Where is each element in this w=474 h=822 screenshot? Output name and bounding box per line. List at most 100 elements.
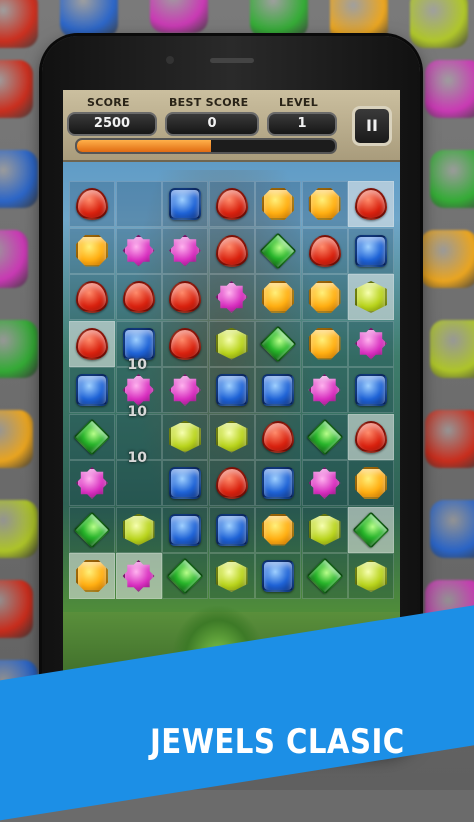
blue-jewel-icon[interactable] — [215, 374, 248, 406]
pink-jewel-icon[interactable] — [122, 560, 155, 592]
board-cell[interactable] — [208, 553, 255, 599]
board-cell[interactable] — [348, 320, 394, 367]
red-jewel-icon[interactable] — [76, 281, 108, 313]
board-cell[interactable] — [208, 460, 255, 506]
board-cell[interactable] — [208, 367, 255, 413]
board-cell[interactable] — [348, 506, 394, 553]
pink-jewel-icon[interactable] — [355, 327, 387, 360]
pink-jewel-icon[interactable] — [308, 467, 341, 499]
board-cell[interactable] — [348, 181, 394, 227]
pink-jewel-icon[interactable] — [215, 281, 248, 313]
board-cell[interactable] — [255, 413, 301, 460]
orange-jewel-icon[interactable] — [308, 188, 341, 220]
yellow-jewel-icon[interactable] — [215, 560, 248, 592]
board-cell[interactable] — [255, 227, 301, 274]
board-cell[interactable] — [301, 460, 348, 506]
board-cell[interactable] — [115, 227, 162, 274]
board-cell[interactable] — [301, 181, 348, 227]
red-jewel-icon[interactable] — [169, 327, 201, 360]
yellow-jewel-icon[interactable] — [355, 281, 387, 313]
yellow-jewel-icon[interactable] — [215, 420, 248, 453]
green-jewel-icon[interactable] — [166, 557, 204, 595]
board-cell[interactable] — [162, 506, 208, 553]
blue-jewel-icon[interactable] — [262, 374, 294, 406]
board-cell[interactable] — [162, 181, 208, 227]
board-cell[interactable] — [69, 413, 115, 460]
green-jewel-icon[interactable] — [305, 417, 344, 456]
orange-jewel-icon[interactable] — [262, 513, 294, 546]
yellow-jewel-icon[interactable] — [308, 513, 341, 546]
orange-jewel-icon[interactable] — [262, 188, 294, 220]
board-cell[interactable] — [162, 274, 208, 320]
pause-button[interactable]: II — [352, 106, 392, 146]
red-jewel-icon[interactable] — [262, 420, 294, 453]
board-cell[interactable] — [162, 320, 208, 367]
board-cell[interactable] — [255, 274, 301, 320]
yellow-jewel-icon[interactable] — [215, 327, 248, 360]
blue-jewel-icon[interactable] — [262, 560, 294, 592]
board-cell[interactable] — [348, 553, 394, 599]
green-jewel-icon[interactable] — [352, 510, 390, 549]
board-cell[interactable] — [255, 460, 301, 506]
board-cell[interactable] — [301, 553, 348, 599]
board-cell[interactable] — [69, 181, 115, 227]
pink-jewel-icon[interactable] — [122, 234, 155, 267]
board-cell[interactable] — [162, 553, 208, 599]
board-cell[interactable] — [255, 553, 301, 599]
red-jewel-icon[interactable] — [76, 327, 108, 360]
board-cell[interactable] — [69, 320, 115, 367]
pink-jewel-icon[interactable] — [169, 234, 201, 267]
green-jewel-icon[interactable] — [259, 324, 297, 363]
board-cell[interactable] — [301, 413, 348, 460]
orange-jewel-icon[interactable] — [308, 327, 341, 360]
blue-jewel-icon[interactable] — [169, 513, 201, 546]
board-cell[interactable] — [162, 413, 208, 460]
red-jewel-icon[interactable] — [355, 188, 387, 220]
green-jewel-icon[interactable] — [73, 417, 111, 456]
board-cell[interactable] — [162, 227, 208, 274]
pink-jewel-icon[interactable] — [169, 374, 201, 406]
board-cell[interactable] — [255, 367, 301, 413]
board-cell[interactable] — [115, 506, 162, 553]
orange-jewel-icon[interactable] — [262, 281, 294, 313]
red-jewel-icon[interactable] — [215, 234, 248, 267]
green-jewel-icon[interactable] — [73, 510, 111, 549]
red-jewel-icon[interactable] — [355, 420, 387, 453]
board-cell[interactable] — [208, 413, 255, 460]
special-pink-jewel-icon[interactable] — [308, 374, 341, 406]
board-cell[interactable] — [162, 460, 208, 506]
blue-jewel-icon[interactable] — [122, 327, 155, 360]
orange-jewel-icon[interactable] — [76, 234, 108, 267]
yellow-jewel-icon[interactable] — [355, 560, 387, 592]
board-cell[interactable] — [348, 227, 394, 274]
board-cell[interactable] — [69, 367, 115, 413]
board-cell[interactable] — [208, 506, 255, 553]
pink-jewel-icon[interactable] — [76, 467, 108, 499]
board-cell[interactable] — [69, 274, 115, 320]
board-cell[interactable] — [115, 460, 162, 506]
board-cell[interactable] — [69, 553, 115, 599]
green-jewel-icon[interactable] — [305, 557, 344, 595]
blue-jewel-icon[interactable] — [76, 374, 108, 406]
board-cell[interactable] — [255, 506, 301, 553]
yellow-jewel-icon[interactable] — [169, 420, 201, 453]
board-cell[interactable] — [301, 506, 348, 553]
red-jewel-icon[interactable] — [215, 467, 248, 499]
board-cell[interactable] — [255, 181, 301, 227]
board-cell[interactable] — [301, 274, 348, 320]
blue-jewel-icon[interactable] — [262, 467, 294, 499]
orange-jewel-icon[interactable] — [355, 467, 387, 499]
board-cell[interactable] — [69, 460, 115, 506]
board-cell[interactable] — [301, 227, 348, 274]
board-cell[interactable] — [348, 413, 394, 460]
board-cell[interactable] — [208, 274, 255, 320]
board-cell[interactable] — [162, 367, 208, 413]
red-jewel-icon[interactable] — [122, 281, 155, 313]
board-cell[interactable] — [69, 506, 115, 553]
board-cell[interactable] — [255, 320, 301, 367]
orange-jewel-icon[interactable] — [76, 560, 108, 592]
red-jewel-icon[interactable] — [215, 188, 248, 220]
board-cell[interactable] — [301, 320, 348, 367]
orange-jewel-icon[interactable] — [308, 281, 341, 313]
red-jewel-icon[interactable] — [308, 234, 341, 267]
